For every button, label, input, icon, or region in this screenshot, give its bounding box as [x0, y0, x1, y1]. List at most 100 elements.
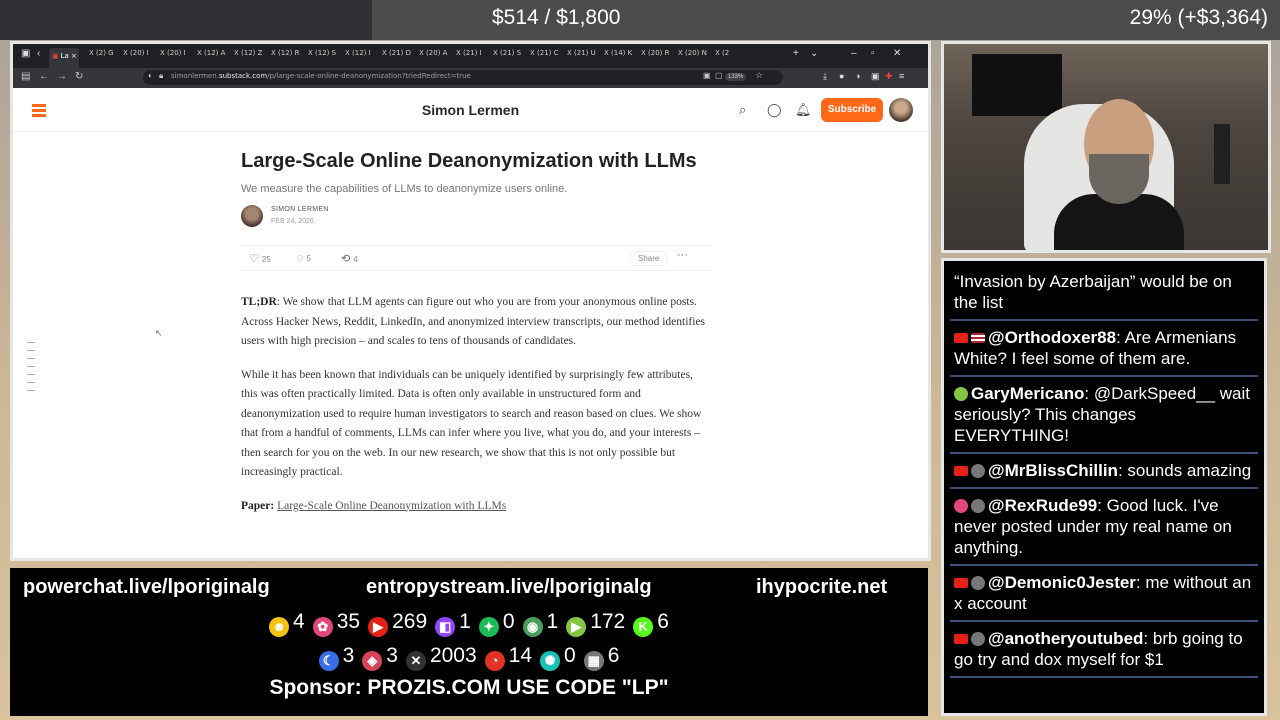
extension-icon[interactable]: ● — [839, 71, 844, 81]
download-icon[interactable]: ⤓ — [823, 71, 827, 82]
user-avatar[interactable] — [889, 98, 913, 122]
user-avatar-icon — [971, 576, 985, 590]
tab-10[interactable]: X (20) A — [419, 49, 449, 63]
byline: SIMON LERMEN FEB 24, 2026 — [241, 205, 711, 231]
viewer-count-value: 1 — [459, 610, 471, 633]
reload-icon[interactable]: ↻ — [75, 71, 83, 82]
twitch-icon: ◧ — [435, 617, 456, 637]
close-icon[interactable]: ✕ — [893, 48, 901, 59]
chat-text: : sounds amazing — [1117, 461, 1252, 480]
viewer-count-value: 0 — [502, 610, 515, 633]
viewer-count-trovo: ✦ 0 — [478, 610, 515, 637]
chat-username: GaryMericano — [971, 384, 1085, 403]
youtube-icon: ▶ — [368, 617, 389, 637]
share-button[interactable]: Share — [629, 251, 669, 266]
zoom-level[interactable]: 133% — [725, 73, 747, 81]
new-tab-icon[interactable]: + — [793, 48, 799, 59]
sidebar-icon[interactable]: ▤ — [21, 71, 30, 82]
extension3-icon[interactable]: ▣ — [871, 71, 880, 82]
stream-links: powerchat.live/lporiginalg entropystream… — [10, 574, 928, 604]
tab-5[interactable]: X (12) Z — [234, 49, 264, 63]
lock-icon[interactable]: 🔒︎ — [159, 71, 163, 81]
youtube-icon — [954, 466, 968, 476]
site-title[interactable]: Simon Lermen — [13, 102, 928, 118]
tab-13[interactable]: X (21) C — [530, 49, 560, 63]
maximize-icon[interactable]: ▫ — [871, 48, 875, 59]
author-avatar[interactable] — [241, 205, 263, 227]
topbar-left-block — [0, 0, 372, 40]
table-of-contents-icon[interactable] — [27, 342, 35, 398]
chat-username: @RexRude99 — [988, 496, 1098, 515]
tab-15[interactable]: X (14) K — [604, 49, 634, 63]
more-options-icon[interactable]: ··· — [677, 249, 688, 261]
tab-2[interactable]: X (20) I — [123, 49, 153, 63]
back-icon[interactable]: ← — [39, 71, 49, 82]
tab-active[interactable]: ▣ La × — [49, 48, 79, 68]
kick-icon: K — [633, 617, 654, 637]
paper-link[interactable]: Large-Scale Online Deanonymization with … — [277, 500, 506, 512]
body-paragraph: While it has been known that individuals… — [241, 368, 702, 479]
url-field[interactable]: ◐ 🔒︎ simonlermen.substack.com/p/large-sc… — [143, 70, 783, 85]
restack-button[interactable]: ⟲ 4 — [341, 252, 358, 265]
tab-4[interactable]: X (12) A — [197, 49, 227, 63]
extension2-icon[interactable]: ◑ — [855, 71, 860, 81]
chat-username: @Demonic0Jester — [988, 573, 1136, 592]
pinwheel-icon — [954, 499, 968, 513]
heart-icon: ♡ — [249, 253, 259, 265]
webcam-microphone — [1214, 124, 1230, 184]
viewer-count-value: 269 — [392, 610, 428, 633]
tab-6[interactable]: X (12) R — [271, 49, 301, 63]
tab-list-icon[interactable]: ⌄ — [810, 48, 818, 59]
tab-17[interactable]: X (20) N — [678, 49, 708, 63]
rumble-icon — [954, 387, 968, 401]
shield-icon[interactable]: ◐ — [148, 71, 153, 80]
forward-icon[interactable]: → — [57, 71, 67, 82]
menu-icon[interactable]: ≡ — [899, 71, 904, 81]
tab-7[interactable]: X (12) S — [308, 49, 338, 63]
webcam-feed — [941, 41, 1271, 253]
tab-1[interactable]: X (2) G — [89, 49, 119, 63]
address-bar-row: ▤ ← → ↻ ◐ 🔒︎ simonlermen.substack.com/p/… — [13, 68, 928, 88]
chat-message: @anotheryoutubed: brb going to go try an… — [950, 622, 1258, 678]
tab-3[interactable]: X (20) I — [160, 49, 190, 63]
author-name[interactable]: SIMON LERMEN — [271, 206, 329, 213]
minimize-icon[interactable]: – — [851, 48, 857, 59]
post-subtitle: We measure the capabilities of LLMs to d… — [241, 183, 568, 195]
bell-icon[interactable]: 🔔︎ — [795, 102, 812, 118]
viewer-count-pill: ◈ 3 — [362, 644, 398, 671]
grid-icon: ▦ — [583, 651, 604, 671]
extension4-icon[interactable]: ✚ — [885, 71, 893, 82]
post-body: TL;DR: We show that LLM agents can figur… — [241, 293, 711, 516]
pill-icon: ◈ — [362, 651, 383, 671]
bookmark-star-icon[interactable]: ☆ — [755, 70, 763, 81]
viewer-count-globe: ◉ 1 — [522, 610, 558, 637]
tab-14[interactable]: X (21) U — [567, 49, 597, 63]
like-button[interactable]: ♡ 25 — [249, 252, 271, 265]
reader-icon[interactable]: ▣ — [703, 71, 711, 80]
tab-8[interactable]: X (12) I — [345, 49, 375, 63]
viewer-count-x: ✕ 2003 — [405, 644, 477, 671]
powerchat-link: powerchat.live/lporiginalg — [23, 576, 270, 598]
entropystream-link: entropystream.live/lporiginalg — [366, 576, 652, 598]
screenshot-icon[interactable]: ▢ — [715, 71, 723, 80]
tab-18[interactable]: X (2 — [715, 49, 745, 63]
tab-11[interactable]: X (21) I — [456, 49, 486, 63]
viewer-count-value: 172 — [590, 610, 626, 633]
viewer-counts-row-1: ☻ 4 ✿ 35 ▶ 269 ◧ 1 ✦ 0 ◉ 1 ▶ 172 K 6 — [10, 610, 928, 637]
subscribe-button[interactable]: Subscribe — [821, 98, 883, 122]
chat-icon[interactable]: ◯ — [767, 102, 782, 118]
webcam-tv — [972, 54, 1062, 116]
comment-button[interactable]: ◌ 5 — [297, 252, 311, 264]
search-icon[interactable]: ⌕ — [739, 102, 746, 118]
post-title: Large-Scale Online Deanonymization with … — [241, 150, 697, 172]
chat-message: @MrBlissChillin: sounds amazing — [950, 454, 1258, 489]
post-date: FEB 24, 2026 — [271, 218, 314, 225]
viewer-count-grid: ▦ 6 — [583, 644, 619, 671]
tab-menu-icon[interactable]: ▣ — [21, 48, 30, 59]
tab-12[interactable]: X (21) S — [493, 49, 523, 63]
viewer-count-fan: ✺ 0 — [540, 644, 576, 671]
tab-back-icon[interactable]: ‹ — [37, 48, 40, 59]
tab-16[interactable]: X (20) R — [641, 49, 671, 63]
tab-9[interactable]: X (21) D — [382, 49, 412, 63]
chat-message: @Demonic0Jester: me without an x account — [950, 566, 1258, 622]
